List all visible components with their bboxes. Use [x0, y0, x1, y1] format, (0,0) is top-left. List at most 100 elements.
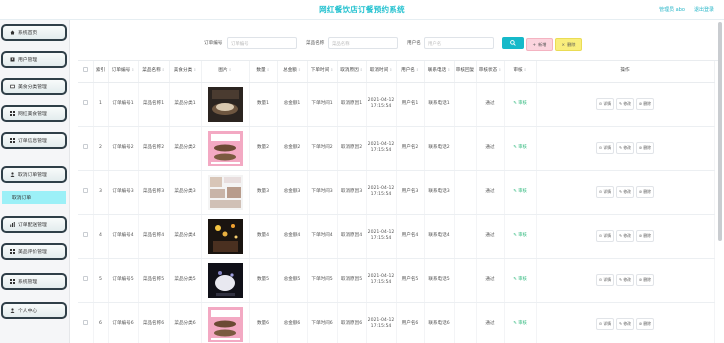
sidebar-item-home[interactable]: 系统首页 — [1, 24, 67, 41]
sidebar-item-system[interactable]: 系统管理 — [1, 273, 67, 290]
sort-icon[interactable]: ⇕ — [162, 68, 165, 72]
sort-icon[interactable]: ⇕ — [498, 68, 501, 72]
username-input[interactable]: 用户名 — [424, 37, 494, 49]
table-row[interactable]: 1 订单编号1 菜品名称1 菜品分类1 数量1 总金额1 下单时间1 取消原因1 2021-04… — [78, 82, 715, 127]
header-label: 审核状态 — [478, 68, 498, 74]
cell-qty: 数量2 — [249, 126, 278, 171]
edit-button[interactable]: ✎ 修改 — [616, 142, 634, 154]
header-label: 下单时间 — [310, 68, 330, 74]
sort-icon[interactable]: ⇕ — [447, 68, 450, 72]
detail-button[interactable]: ⊙ 详情 — [596, 98, 614, 110]
row-checkbox[interactable] — [82, 275, 88, 281]
edit-button[interactable]: ✎ 修改 — [616, 186, 634, 198]
header-reply[interactable]: 审核回复 — [454, 61, 477, 83]
sidebar-item-orders[interactable]: 订单信息管理 — [1, 132, 67, 149]
row-checkbox[interactable] — [82, 231, 88, 237]
header-review[interactable]: 审核⇕ — [504, 61, 537, 83]
cell-review[interactable]: ✎ 审核 — [504, 82, 537, 127]
sort-icon[interactable]: ⇕ — [131, 68, 134, 72]
select-all-checkbox[interactable] — [82, 67, 88, 73]
row-checkbox[interactable] — [82, 187, 88, 193]
header-reason[interactable]: 取消原因⇕ — [337, 61, 367, 83]
row-checkbox-cell[interactable] — [78, 258, 94, 303]
delete-label: 删除 — [643, 101, 651, 107]
row-delete-button[interactable]: ⊘ 删除 — [635, 186, 654, 198]
row-delete-button[interactable]: ⊘ 删除 — [635, 98, 654, 110]
sort-icon[interactable]: ⇕ — [416, 68, 419, 72]
row-delete-button[interactable]: ⊘ 删除 — [635, 274, 654, 286]
sort-icon[interactable]: ⇕ — [298, 68, 301, 72]
sidebar-item-users[interactable]: 用户管理 — [1, 51, 67, 68]
sidebar-item-food-category[interactable]: 美食分类管理 — [1, 78, 67, 95]
header-order-time[interactable]: 下单时间⇕ — [307, 61, 338, 83]
sidebar-item-famous-food[interactable]: 网红美食管理 — [1, 105, 67, 122]
review-link[interactable]: ✎ 审核 — [513, 233, 527, 238]
page-scrollbar[interactable] — [718, 22, 722, 241]
sort-icon[interactable]: ⇕ — [360, 68, 363, 72]
review-link[interactable]: ✎ 审核 — [513, 321, 527, 326]
row-checkbox[interactable] — [82, 319, 88, 325]
submenu-cancel-orders[interactable]: 取消订单 — [2, 191, 66, 204]
logout-link[interactable]: 退出登录 — [694, 6, 714, 13]
edit-button[interactable]: ✎ 修改 — [616, 98, 634, 110]
header-category[interactable]: 美食分类⇕ — [169, 61, 202, 83]
review-link[interactable]: ✎ 审核 — [513, 189, 527, 194]
sort-icon[interactable]: ⇕ — [193, 68, 196, 72]
row-checkbox-cell[interactable] — [78, 126, 94, 171]
header-phone[interactable]: 联系电话⇕ — [424, 61, 455, 83]
cell-review[interactable]: ✎ 审核 — [504, 214, 537, 259]
sidebar-item-profile[interactable]: 个人中心 — [1, 302, 67, 319]
detail-button[interactable]: ⊙ 详情 — [596, 230, 614, 242]
header-total[interactable]: 总金额⇕ — [277, 61, 308, 83]
header-username[interactable]: 用户名⇕ — [396, 61, 425, 83]
edit-button[interactable]: ✎ 修改 — [616, 274, 634, 286]
header-checkbox-cell[interactable] — [78, 61, 94, 83]
sort-icon[interactable]: ⇕ — [389, 68, 392, 72]
cell-review[interactable]: ✎ 审核 — [504, 302, 537, 343]
header-food-name[interactable]: 菜品名称⇕ — [138, 61, 170, 83]
order-no-input[interactable]: 订单编号 — [227, 37, 297, 49]
review-link[interactable]: ✎ 审核 — [513, 101, 527, 106]
sidebar-item-delivery[interactable]: 订单配送管理 — [1, 216, 67, 233]
edit-button[interactable]: ✎ 修改 — [616, 230, 634, 242]
sort-icon[interactable]: ⇕ — [267, 68, 270, 72]
edit-button[interactable]: ✎ 修改 — [616, 318, 634, 330]
add-button[interactable]: + 新增 — [526, 38, 553, 51]
header-qty[interactable]: 数量⇕ — [249, 61, 278, 83]
table-row[interactable]: 6 订单编号6 菜品名称6 菜品分类6 数量6 总金额6 下单时间6 取消原因6 2021-04… — [78, 302, 715, 343]
detail-button[interactable]: ⊙ 详情 — [596, 274, 614, 286]
sort-icon[interactable]: ⇕ — [524, 68, 527, 72]
table-row[interactable]: 5 订单编号5 菜品名称5 菜品分类5 数量5 总金额5 下单时间5 取消原因5 2021-04… — [78, 258, 715, 303]
row-delete-button[interactable]: ⊘ 删除 — [635, 318, 654, 330]
food-name-input[interactable]: 菜品名称 — [328, 37, 398, 49]
table-row[interactable]: 4 订单编号4 菜品名称4 菜品分类4 数量4 总金额4 下单时间4 取消原因4 2021-04… — [78, 214, 715, 259]
header-status[interactable]: 审核状态⇕ — [476, 61, 505, 83]
review-link[interactable]: ✎ 审核 — [513, 277, 527, 282]
sidebar-item-cancel-orders[interactable]: 取消订单管理 — [1, 166, 67, 183]
row-checkbox-cell[interactable] — [78, 214, 94, 259]
header-order-no[interactable]: 订单编号⇕ — [108, 61, 139, 83]
cell-review[interactable]: ✎ 审核 — [504, 126, 537, 171]
table-row[interactable]: 3 订单编号3 菜品名称3 菜品分类3 数量3 总金额3 下单时间3 取消原因3 2021-04… — [78, 170, 715, 215]
row-delete-button[interactable]: ⊘ 删除 — [635, 230, 654, 242]
row-checkbox[interactable] — [82, 143, 88, 149]
detail-button[interactable]: ⊙ 详情 — [596, 318, 614, 330]
detail-button[interactable]: ⊙ 详情 — [596, 186, 614, 198]
review-link[interactable]: ✎ 审核 — [513, 145, 527, 150]
header-cancel-time[interactable]: 取消时间⇕ — [366, 61, 397, 83]
sort-icon[interactable]: ⇕ — [330, 68, 333, 72]
row-checkbox[interactable] — [82, 99, 88, 105]
cell-review[interactable]: ✎ 审核 — [504, 170, 537, 215]
cell-review[interactable]: ✎ 审核 — [504, 258, 537, 303]
sort-icon[interactable]: ⇕ — [229, 68, 232, 72]
row-delete-button[interactable]: ⊘ 删除 — [635, 142, 654, 154]
row-checkbox-cell[interactable] — [78, 82, 94, 127]
row-checkbox-cell[interactable] — [78, 302, 94, 343]
table-row[interactable]: 2 订单编号2 菜品名称2 菜品分类2 数量2 总金额2 下单时间2 取消原因2 2021-04… — [78, 126, 715, 171]
search-button[interactable] — [502, 37, 524, 49]
detail-button[interactable]: ⊙ 详情 — [596, 142, 614, 154]
header-image[interactable]: 图片⇕ — [201, 61, 250, 83]
sidebar-item-reviews[interactable]: 美品评价管理 — [1, 243, 67, 260]
delete-button[interactable]: × 删除 — [555, 38, 582, 51]
row-checkbox-cell[interactable] — [78, 170, 94, 215]
